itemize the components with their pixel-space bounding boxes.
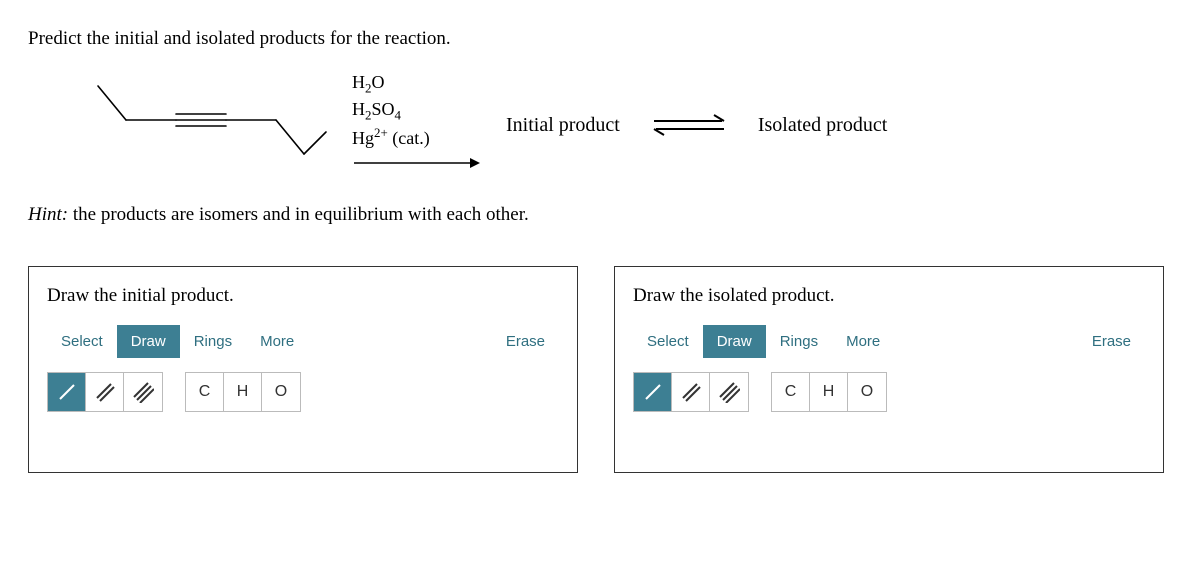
oxygen-button[interactable]: O <box>262 373 300 411</box>
erase-button[interactable]: Erase <box>1078 325 1145 358</box>
reaction-arrow-icon <box>352 151 482 175</box>
reaction-scheme: H2O H2SO4 Hg2+ (cat.) Initial product Is… <box>68 70 1172 180</box>
carbon-button[interactable]: C <box>772 373 810 411</box>
editors-row: Draw the initial product. Select Draw Ri… <box>28 266 1172 473</box>
reactant-structure <box>68 70 328 180</box>
hydrogen-button[interactable]: H <box>810 373 848 411</box>
atom-tool-group: C H O <box>771 372 887 412</box>
editor-title: Draw the initial product. <box>47 285 559 307</box>
atom-tool-group: C H O <box>185 372 301 412</box>
equilibrium-arrow-icon <box>644 110 734 140</box>
draw-tab[interactable]: Draw <box>117 325 180 358</box>
editor-tabs: Select Draw Rings More Erase <box>633 325 1145 358</box>
question-text: Predict the initial and isolated product… <box>28 28 1172 50</box>
hydrogen-button[interactable]: H <box>224 373 262 411</box>
triple-bond-icon <box>132 381 154 403</box>
more-tab[interactable]: More <box>832 325 894 358</box>
initial-product-label: Initial product <box>506 114 620 137</box>
isolated-product-label: Isolated product <box>758 114 887 137</box>
select-tab[interactable]: Select <box>633 325 703 358</box>
single-bond-button[interactable] <box>634 373 672 411</box>
bond-tool-group <box>633 372 749 412</box>
hint-text: Hint: the products are isomers and in eq… <box>28 204 1172 226</box>
oxygen-button[interactable]: O <box>848 373 886 411</box>
carbon-button[interactable]: C <box>186 373 224 411</box>
bond-tool-group <box>47 372 163 412</box>
initial-product-editor: Draw the initial product. Select Draw Ri… <box>28 266 578 473</box>
editor-tabs: Select Draw Rings More Erase <box>47 325 559 358</box>
triple-bond-icon <box>718 381 740 403</box>
double-bond-icon <box>680 381 702 403</box>
single-bond-icon <box>642 381 664 403</box>
reagents-over-arrow: H2O H2SO4 Hg2+ (cat.) <box>352 70 482 179</box>
erase-button[interactable]: Erase <box>492 325 559 358</box>
triple-bond-button[interactable] <box>124 373 162 411</box>
triple-bond-button[interactable] <box>710 373 748 411</box>
reagents-text: H2O H2SO4 Hg2+ (cat.) <box>352 70 472 150</box>
tool-row: C H O <box>47 372 559 412</box>
tool-row: C H O <box>633 372 1145 412</box>
single-bond-icon <box>56 381 78 403</box>
select-tab[interactable]: Select <box>47 325 117 358</box>
isolated-product-editor: Draw the isolated product. Select Draw R… <box>614 266 1164 473</box>
more-tab[interactable]: More <box>246 325 308 358</box>
rings-tab[interactable]: Rings <box>766 325 832 358</box>
editor-title: Draw the isolated product. <box>633 285 1145 307</box>
single-bond-button[interactable] <box>48 373 86 411</box>
double-bond-button[interactable] <box>672 373 710 411</box>
rings-tab[interactable]: Rings <box>180 325 246 358</box>
double-bond-icon <box>94 381 116 403</box>
double-bond-button[interactable] <box>86 373 124 411</box>
draw-tab[interactable]: Draw <box>703 325 766 358</box>
